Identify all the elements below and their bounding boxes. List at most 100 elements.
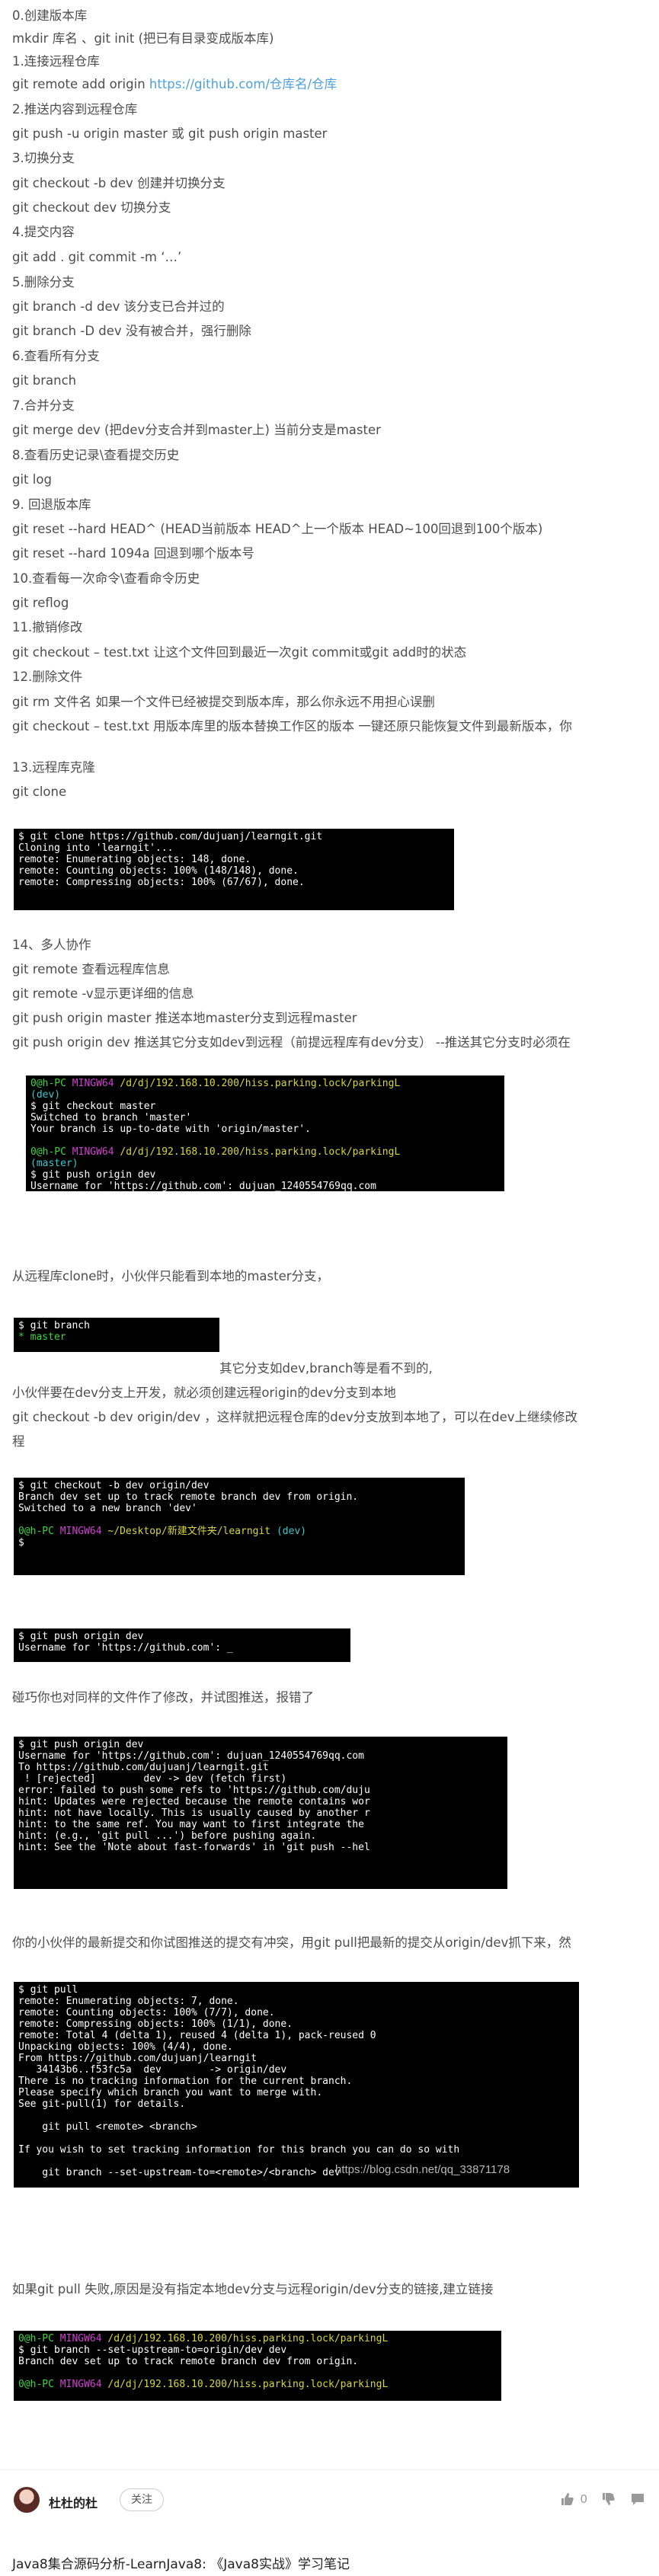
text-line: git branch -D dev 没有被合并，强行删除 [12,324,251,338]
text-line: 小伙伴要在dev分支上开发，就必须创建远程origin的dev分支到本地 [12,1385,396,1400]
prompt-user: 0@h-PC [18,2379,54,2390]
article-page: 0.创建版本库 mkdir 库名 、git init (把已有目录变成版本库) … [0,0,659,2576]
terminal-line: $ git checkout master [30,1101,156,1112]
terminal-line: hint: not have locally. This is usually … [18,1807,370,1819]
prompt-path: ~/Desktop/新建文件夹/learngit [107,1526,271,1537]
text-line: 如果git pull 失败,原因是没有指定本地dev分支与远程origin/de… [12,2282,494,2296]
text-span: git remote add origin [12,77,149,91]
author-name[interactable]: 杜杜的杜 [49,2493,98,2511]
terminal-line: To https://github.com/dujuanj/learngit.g… [18,1762,269,1773]
avatar[interactable] [14,2487,40,2513]
prompt-branch: (dev) [276,1526,307,1537]
terminal-line: remote: Enumerating objects: 7, done. [18,1996,239,2007]
prompt-user: 0@h-PC [30,1078,66,1089]
prompt-user: 0@h-PC [18,2333,54,2344]
prompt-branch: (dev) [30,1089,61,1101]
text-line: git clone [12,785,67,799]
terminal-line: $ git branch --set-upstream-to=origin/de… [18,2344,287,2356]
like-button[interactable]: 0 [560,2491,587,2507]
terminal-line: remote: Total 4 (delta 1), reused 4 (del… [18,2030,376,2041]
text-line: 9. 回退版本库 [12,497,91,512]
related-article-link[interactable]: Java8集合源码分析-LearnJava8: 《Java8实战》学习笔记 [12,2553,350,2572]
terminal-line: $ git pull [18,1984,78,1996]
terminal-line: From https://github.com/dujuanj/learngit [18,2053,258,2064]
terminal-line: $ git checkout -b dev origin/dev [18,1480,210,1491]
text-line: 8.查看历史记录\查看提交历史 [12,448,180,462]
text-line: mkdir 库名 、git init (把已有目录变成版本库) [12,31,274,46]
prompt-env: MINGW64 [72,1146,114,1158]
text-line: git checkout -b dev origin/dev ，这样就把远程仓库… [12,1410,578,1424]
text-line: git merge dev (把dev分支合并到master上) 当前分支是ma… [12,423,381,437]
thumbs-up-icon [561,2493,574,2505]
prompt-path: /d/dj/192.168.10.200/hiss.parking.lock/p… [107,2333,389,2344]
terminal-screenshot-rejected: $ git push origin dev Username for 'http… [14,1737,507,1889]
text-line: git reset --hard 1094a 回退到哪个版本号 [12,546,254,561]
text-line: 4.提交内容 [12,225,75,239]
prompt-user: 0@h-PC [18,1526,54,1537]
text-line: git rm 文件名 如果一个文件已经被提交到版本库，那么你永远不用担心误删 [12,695,435,709]
prompt-path: /d/dj/192.168.10.200/hiss.parking.lock/p… [120,1078,401,1089]
comment-icon[interactable] [630,2491,645,2507]
terminal-line: Username for 'https://github.com': dujua… [30,1181,376,1191]
terminal-line: $ git push origin dev [30,1169,156,1181]
text-line: git remote add origin https://github.com… [12,76,337,93]
text-line: 其它分支如dev,branch等是看不到的, [219,1361,433,1376]
terminal-line: remote: Enumerating objects: 148, done. [18,854,251,865]
text-line: 5.删除分支 [12,275,75,289]
text-line: git checkout dev 切换分支 [12,200,171,215]
text-line: 1.连接远程仓库 [12,54,100,69]
text-line: 碰巧你也对同样的文件作了修改，并试图推送，报错了 [12,1690,314,1705]
terminal-line: remote: Counting objects: 100% (7/7), do… [18,2007,275,2018]
terminal-line: $ git clone https://github.com/dujuanj/l… [18,831,323,842]
text-line: 6.查看所有分支 [12,349,100,363]
text-line: git log [12,472,52,487]
terminal-line: Branch dev set up to track remote branch… [18,2356,359,2367]
terminal-line: Your branch is up-to-date with 'origin/m… [30,1123,311,1135]
prompt-env: MINGW64 [59,2333,102,2344]
repo-link[interactable]: https://github.com/仓库名/仓库 [149,77,337,91]
text-line: git add . git commit -m ‘…’ [12,250,182,264]
text-line: 10.查看每一次命令\查看命令历史 [12,571,200,586]
terminal-screenshot-branch: $ git branch * master [14,1318,219,1352]
prompt-branch: (master) [30,1158,78,1169]
text-line: 12.删除文件 [12,670,83,684]
prompt-env: MINGW64 [72,1078,114,1089]
terminal-line: 0@h-PC MINGW64 /d/dj/192.168.10.200/hiss… [18,2379,497,2390]
thumbs-down-icon[interactable] [601,2491,616,2507]
terminal-line: Please specify which branch you want to … [18,2087,323,2098]
terminal-screenshot-push-dev: $ git push origin dev Username for 'http… [14,1628,350,1662]
follow-button[interactable]: 关注 [120,2488,164,2511]
terminal-line: 0@h-PC MINGW64 /d/dj/192.168.10.200/hiss… [30,1146,500,1158]
text-line: git remote -v显示更详细的信息 [12,986,194,1001]
terminal-screenshot-pull: $ git pull remote: Enumerating objects: … [14,1982,579,2188]
text-line: git branch [12,373,77,388]
terminal-line: hint: See the 'Note about fast-forwards'… [18,1842,370,1853]
terminal-line: Switched to a new branch 'dev' [18,1503,197,1514]
terminal-line: remote: Compressing objects: 100% (67/67… [18,877,305,888]
prompt-env: MINGW64 [59,1526,102,1537]
text-line: 3.切换分支 [12,151,75,165]
terminal-line: $ git branch [18,1320,90,1331]
terminal-line: remote: Counting objects: 100% (148/148)… [18,865,299,877]
text-line: 程 [12,1434,25,1449]
terminal-line: hint: Updates were rejected because the … [18,1796,370,1807]
terminal-line: Unpacking objects: 100% (4/4), done. [18,2041,233,2053]
text-line: 2.推送内容到远程仓库 [12,102,138,117]
terminal-line: Switched to branch 'master' [30,1112,192,1123]
text-line: git push -u origin master 或 git push ori… [12,126,328,141]
terminal-line: Username for 'https://github.com': dujua… [18,1750,364,1762]
text-line: 7.合并分支 [12,398,75,413]
text-line: git reflog [12,596,69,610]
terminal-line: 34143b6..f53fc5a dev -> origin/dev [18,2064,287,2076]
terminal-line: 0@h-PC MINGW64 ~/Desktop/新建文件夹/learngit … [18,1526,460,1537]
text-line: git branch -d dev 该分支已合并过的 [12,299,225,314]
terminal-line: error: failed to push some refs to 'http… [18,1785,370,1796]
text-line: 14、多人协作 [12,938,91,952]
terminal-line: Branch dev set up to track remote branch… [18,1491,359,1503]
terminal-line: There is no tracking information for the… [18,2076,353,2087]
terminal-screenshot-clone: $ git clone https://github.com/dujuanj/l… [14,829,454,910]
terminal-line: git pull <remote> <branch> [18,2121,197,2133]
terminal-line: $ git push origin dev [18,1631,144,1642]
text-line: 从远程库clone时，小伙伴只能看到本地的master分支， [12,1269,330,1283]
prompt-user: 0@h-PC [30,1146,66,1158]
